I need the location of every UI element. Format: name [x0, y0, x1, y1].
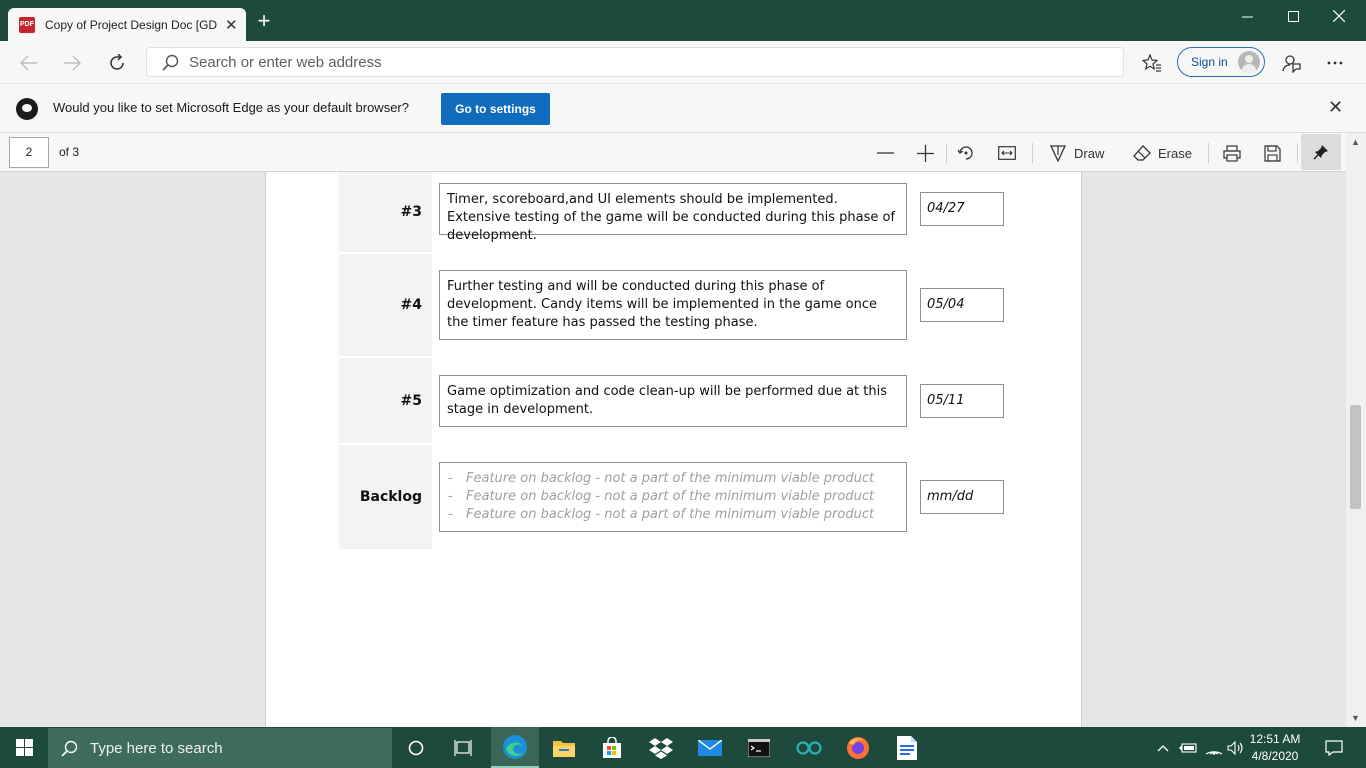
- cortana-icon[interactable]: [392, 727, 440, 768]
- more-options-icon[interactable]: [1321, 49, 1349, 77]
- store-icon[interactable]: [588, 727, 636, 768]
- new-tab-icon[interactable]: +: [252, 10, 276, 34]
- pdf-file-icon: PDF: [19, 16, 35, 33]
- pdf-viewer[interactable]: #3 Timer, scoreboard,and UI elements sho…: [0, 172, 1366, 727]
- toolbar-divider: [1032, 143, 1033, 163]
- draw-label: Draw: [1074, 145, 1105, 161]
- default-browser-infobar: Would you like to set Microsoft Edge as …: [0, 83, 1366, 133]
- milestone-date: 04/27: [920, 192, 1004, 226]
- toolbar-divider: [946, 143, 947, 163]
- rotate-icon[interactable]: [957, 142, 975, 164]
- close-window-icon[interactable]: [1316, 0, 1362, 32]
- sign-in-button[interactable]: Sign in: [1177, 47, 1265, 77]
- browser-tab[interactable]: PDF Copy of Project Design Doc [GDC ✕: [8, 8, 246, 41]
- print-icon[interactable]: [1223, 142, 1241, 164]
- firefox-icon[interactable]: [834, 727, 882, 768]
- back-arrow-icon[interactable]: [15, 49, 43, 77]
- milestone-label: #4: [339, 254, 432, 356]
- mail-icon[interactable]: [686, 727, 734, 768]
- arduino-icon[interactable]: [785, 727, 833, 768]
- file-explorer-icon[interactable]: [540, 727, 588, 768]
- milestone-description: Game optimization and code clean-up will…: [439, 375, 907, 427]
- tab-title: Copy of Project Design Doc [GDC: [45, 17, 217, 32]
- scroll-down-icon[interactable]: ▼: [1351, 713, 1360, 723]
- toolbar-divider: [1297, 143, 1298, 163]
- backlog-label: Backlog: [339, 445, 432, 549]
- address-input[interactable]: [189, 53, 1089, 71]
- favorites-icon[interactable]: [1138, 49, 1166, 77]
- windows-start-icon[interactable]: [0, 727, 48, 768]
- wifi-icon[interactable]: [1202, 727, 1226, 768]
- show-hidden-icons-chevron-icon[interactable]: [1152, 727, 1174, 768]
- infobar-message: Would you like to set Microsoft Edge as …: [53, 100, 409, 115]
- clock-date: 4/8/2020: [1251, 749, 1299, 763]
- milestone-label: #5: [339, 358, 432, 443]
- milestone-description: Timer, scoreboard,and UI elements should…: [439, 183, 907, 243]
- vertical-scrollbar[interactable]: ▲ ▼: [1346, 133, 1366, 727]
- pdf-toolbar: 2 of 3 Draw Erase: [0, 133, 1366, 172]
- pin-toolbar-icon[interactable]: [1301, 134, 1341, 170]
- tab-close-icon[interactable]: ✕: [225, 16, 238, 34]
- title-bar: PDF Copy of Project Design Doc [GDC ✕ +: [0, 0, 1366, 41]
- page-number-input[interactable]: 2: [9, 137, 49, 168]
- task-view-icon[interactable]: [440, 727, 488, 768]
- draw-button[interactable]: Draw: [1049, 142, 1104, 164]
- infobar-close-icon[interactable]: ✕: [1328, 97, 1343, 118]
- search-icon: [61, 740, 78, 757]
- milestone-label: #3: [339, 172, 432, 252]
- taskbar: 12:51 AM 4/8/2020: [0, 727, 1366, 768]
- edge-logo-icon: [16, 98, 38, 120]
- document-page: #3 Timer, scoreboard,and UI elements sho…: [265, 172, 1082, 727]
- search-icon: [161, 53, 179, 71]
- toolbar-divider: [1208, 143, 1209, 163]
- battery-icon[interactable]: [1176, 727, 1200, 768]
- edge-taskbar-icon[interactable]: [491, 727, 539, 768]
- eraser-icon: [1133, 145, 1151, 161]
- document-app-icon[interactable]: [883, 727, 931, 768]
- backlog-item: - Feature on backlog - not a part of the …: [448, 489, 875, 504]
- backlog-list: - Feature on backlog - not a part of the …: [439, 462, 907, 532]
- erase-label: Erase: [1158, 145, 1192, 161]
- go-to-settings-button[interactable]: Go to settings: [441, 93, 550, 125]
- milestone-date: 05/11: [920, 384, 1004, 418]
- maximize-icon[interactable]: [1270, 0, 1316, 32]
- taskbar-search-box[interactable]: [48, 728, 392, 768]
- minimize-icon[interactable]: [1224, 0, 1270, 32]
- dropbox-icon[interactable]: [637, 727, 685, 768]
- milestone-date: 05/04: [920, 288, 1004, 322]
- page-count: of 3: [59, 145, 80, 159]
- save-icon[interactable]: [1264, 142, 1281, 164]
- backlog-date: mm/dd: [920, 480, 1004, 514]
- backlog-item: - Feature on backlog - not a part of the …: [448, 471, 875, 486]
- scrollbar-thumb[interactable]: [1350, 405, 1361, 509]
- clock-time: 12:51 AM: [1249, 732, 1301, 746]
- zoom-in-icon[interactable]: [917, 142, 934, 164]
- taskbar-search-input[interactable]: [90, 739, 380, 757]
- navigation-bar: Sign in: [0, 41, 1366, 83]
- backlog-item: - Feature on backlog - not a part of the …: [448, 507, 875, 522]
- notifications-icon[interactable]: [1314, 727, 1354, 768]
- zoom-out-icon[interactable]: [877, 142, 894, 164]
- terminal-icon[interactable]: [735, 727, 783, 768]
- sign-in-label: Sign in: [1191, 55, 1228, 69]
- system-clock[interactable]: 12:51 AM 4/8/2020: [1244, 731, 1306, 765]
- scroll-up-icon[interactable]: ▲: [1351, 137, 1360, 147]
- refresh-icon[interactable]: [103, 49, 131, 77]
- avatar: [1238, 51, 1260, 73]
- address-bar[interactable]: [146, 47, 1124, 77]
- feedback-icon[interactable]: [1278, 49, 1306, 77]
- forward-arrow-icon[interactable]: [58, 49, 86, 77]
- draw-pen-icon: [1049, 145, 1067, 162]
- milestone-description: Further testing and will be conducted du…: [439, 270, 907, 340]
- erase-button[interactable]: Erase: [1133, 142, 1192, 164]
- fit-to-width-icon[interactable]: [998, 142, 1016, 164]
